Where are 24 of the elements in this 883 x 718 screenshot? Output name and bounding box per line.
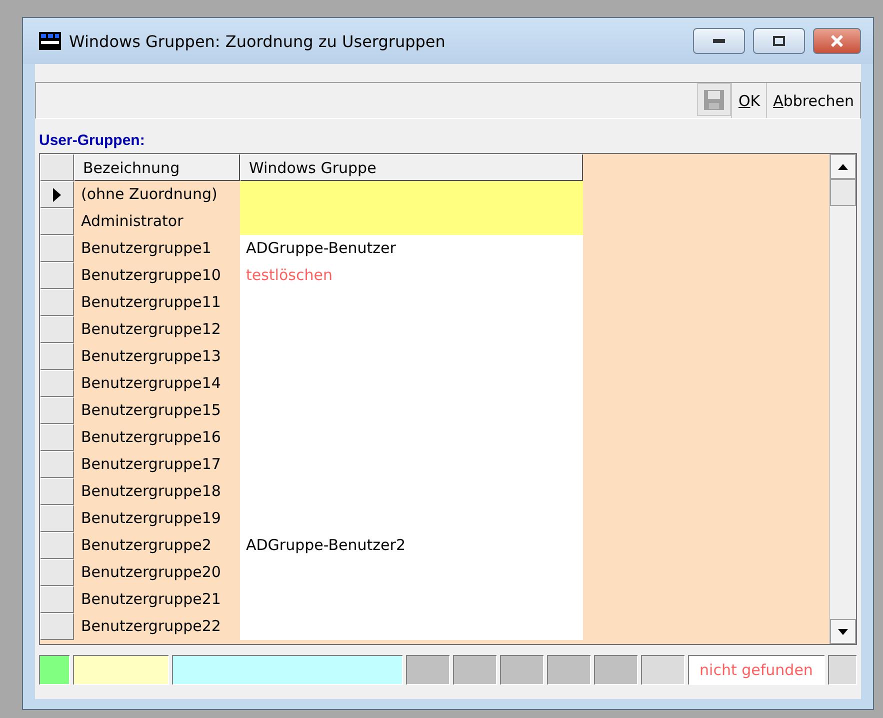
table-cell: testlöschen xyxy=(240,262,583,289)
table-cell: ADGruppe-Benutzer2 xyxy=(240,532,583,559)
minimize-button[interactable] xyxy=(693,28,745,54)
down-arrow-icon xyxy=(838,628,848,634)
table-cell: ADGruppe-Benutzer xyxy=(240,235,583,262)
scroll-up-button[interactable] xyxy=(830,154,856,179)
section-label: User-Gruppen: xyxy=(38,131,146,151)
close-icon xyxy=(830,35,844,47)
vertical-scrollbar[interactable] xyxy=(829,154,856,644)
scrollbar-thumb[interactable] xyxy=(830,179,856,206)
up-arrow-icon xyxy=(838,164,848,170)
row-indicator[interactable] xyxy=(40,181,74,208)
header-corner xyxy=(40,154,74,181)
status-text: nicht gefunden xyxy=(688,655,825,685)
maximize-button[interactable] xyxy=(753,28,805,54)
column-header[interactable]: Bezeichnung xyxy=(74,154,240,181)
app-icon xyxy=(39,32,61,50)
column-header[interactable]: Windows Gruppe xyxy=(240,154,583,181)
minimize-icon xyxy=(713,39,725,43)
close-button[interactable] xyxy=(813,28,861,54)
window-title: Windows Gruppen: Zuordnung zu Usergruppen xyxy=(69,32,446,50)
row-pointer-icon xyxy=(53,188,61,202)
scroll-down-button[interactable] xyxy=(830,619,856,644)
maximize-icon xyxy=(773,36,785,46)
